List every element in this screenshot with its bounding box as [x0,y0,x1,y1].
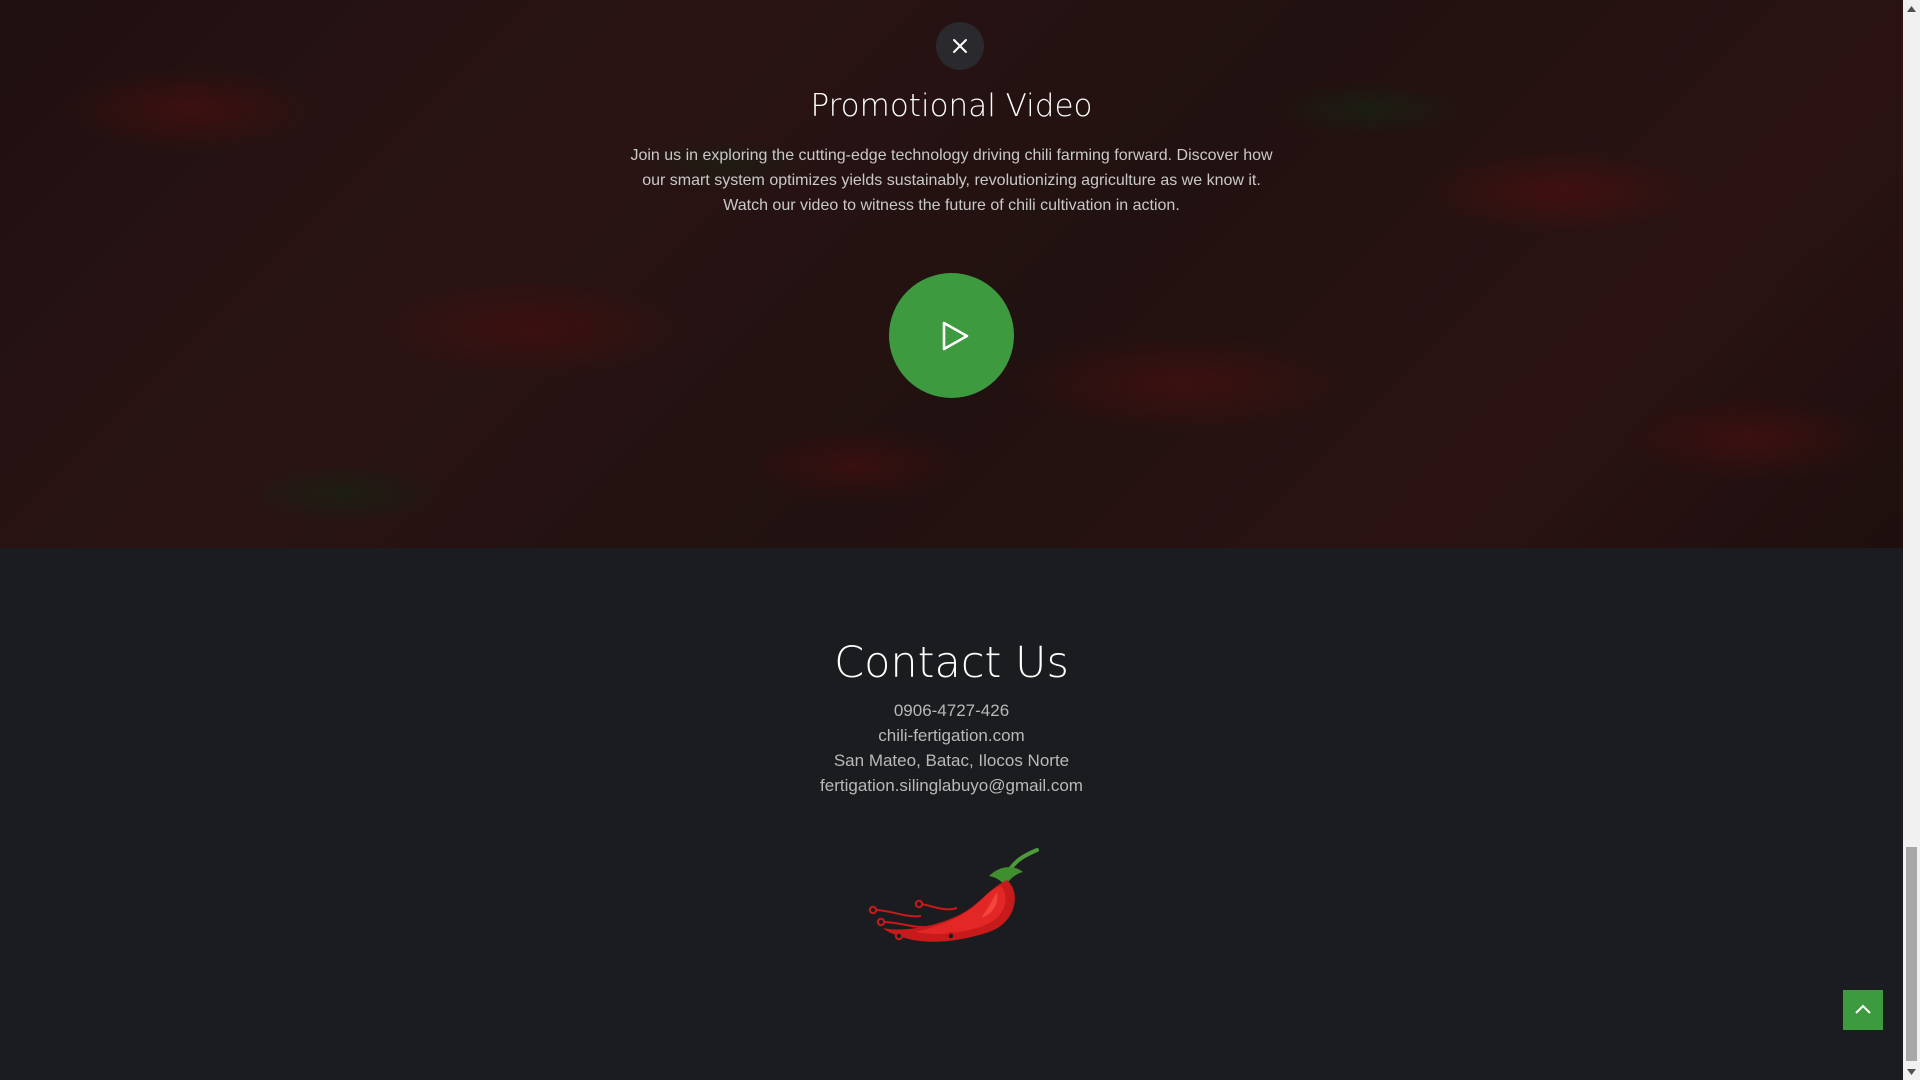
scroll-down-icon [1907,1068,1916,1075]
page: Promotional Video Join us in exploring t… [0,0,1903,1080]
scroll-down-arrow[interactable] [1903,1063,1920,1080]
contact-email: fertigation.silinglabuyo@gmail.com [820,776,1083,795]
promo-title: Promotional Video [810,88,1093,124]
scroll-up-icon [1907,5,1916,12]
scrollbar-thumb[interactable] [1906,847,1917,1061]
close-icon [953,39,967,53]
contact-address: San Mateo, Batac, Ilocos Norte [833,751,1070,770]
chevron-up-icon [1855,1004,1871,1014]
close-button[interactable] [936,22,984,70]
contact-website: chili-fertigation.com [878,726,1025,745]
vertical-scrollbar[interactable] [1903,0,1920,1080]
scroll-up-arrow[interactable] [1903,0,1920,17]
play-icon [942,321,968,350]
promo-description: Join us in exploring the cutting-edge te… [630,147,1273,214]
promo-video-section: Promotional Video Join us in exploring t… [0,0,1903,548]
contact-title: Contact Us [834,638,1069,688]
play-video-button[interactable] [889,273,1014,398]
contact-details: 0906-4727-426 chili-fertigation.com San … [0,698,1903,798]
back-to-top-button[interactable] [1843,990,1883,1030]
chili-pepper-logo [868,848,1039,942]
contact-phone: 0906-4727-426 [893,701,1010,720]
